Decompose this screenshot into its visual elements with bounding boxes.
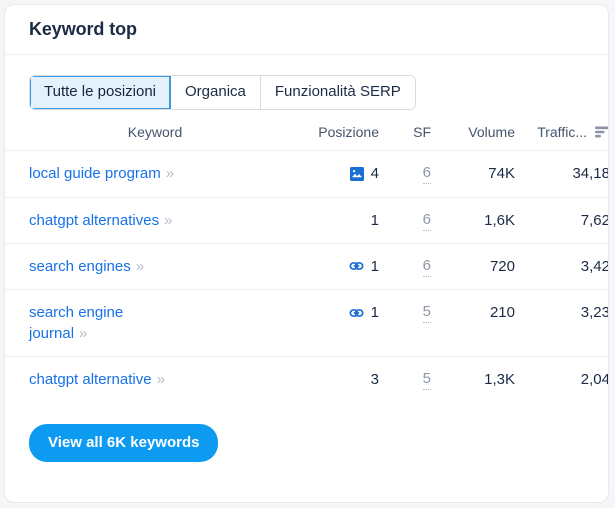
column-header-position[interactable]: Posizione bbox=[281, 124, 379, 151]
table-row: chatgpt alternatives » 1 6 1,6K 7,62 bbox=[5, 197, 609, 243]
cell-position: 1 bbox=[281, 243, 379, 290]
cell-keyword: local guide program » bbox=[5, 151, 281, 198]
position-value: 4 bbox=[371, 163, 379, 184]
double-chevron-right-icon[interactable]: » bbox=[164, 212, 171, 229]
sf-value[interactable]: 6 bbox=[423, 163, 431, 184]
position-value: 3 bbox=[371, 369, 379, 390]
cell-sf: 5 bbox=[379, 290, 431, 357]
keyword-link[interactable]: chatgpt alternative bbox=[29, 371, 152, 388]
sf-value[interactable]: 5 bbox=[423, 369, 431, 390]
cell-traffic: 2,04 bbox=[515, 357, 609, 403]
tab-group: Tutte le posizioni Organica Funzionalità… bbox=[29, 75, 416, 110]
position-value: 1 bbox=[371, 256, 379, 277]
table-row: chatgpt alternative » 3 5 1,3K 2,04 bbox=[5, 357, 609, 403]
table-row: search engine journal» 1 bbox=[5, 290, 609, 357]
keyword-link[interactable]: search engine journal bbox=[29, 304, 123, 342]
cell-keyword: chatgpt alternative » bbox=[5, 357, 281, 403]
sitelinks-icon[interactable] bbox=[349, 306, 364, 320]
cell-traffic: 34,18 bbox=[515, 151, 609, 198]
cell-volume: 74K bbox=[431, 151, 515, 198]
cell-sf: 6 bbox=[379, 243, 431, 290]
keyword-link[interactable]: local guide program bbox=[29, 165, 161, 182]
tab-organica[interactable]: Organica bbox=[171, 76, 261, 109]
page-title: Keyword top bbox=[29, 19, 137, 40]
keyword-link[interactable]: chatgpt alternatives bbox=[29, 212, 159, 229]
keywords-table: Keyword Posizione SF Volume Traffic... bbox=[5, 124, 609, 402]
cell-keyword: search engine journal» bbox=[5, 290, 281, 357]
cell-traffic: 7,62 bbox=[515, 197, 609, 243]
sf-value[interactable]: 6 bbox=[423, 256, 431, 277]
cell-sf: 5 bbox=[379, 357, 431, 403]
images-icon[interactable] bbox=[350, 167, 364, 181]
cell-position: 4 bbox=[281, 151, 379, 198]
table-body: local guide program » 4 bbox=[5, 151, 609, 403]
keyword-top-card: Keyword top Tutte le posizioni Organica … bbox=[4, 4, 609, 503]
card-header: Keyword top bbox=[5, 5, 608, 55]
sort-descending-icon[interactable] bbox=[595, 126, 609, 138]
double-chevron-right-icon[interactable]: » bbox=[79, 325, 86, 342]
cell-position: 1 bbox=[281, 290, 379, 357]
sf-value[interactable]: 6 bbox=[423, 210, 431, 231]
cell-traffic: 3,23 bbox=[515, 290, 609, 357]
keyword-link[interactable]: search engines bbox=[29, 258, 131, 275]
column-header-volume[interactable]: Volume bbox=[431, 124, 515, 151]
tab-funzionalita-serp[interactable]: Funzionalità SERP bbox=[261, 76, 415, 109]
cell-keyword: search engines » bbox=[5, 243, 281, 290]
table-row: search engines » 1 bbox=[5, 243, 609, 290]
cell-traffic: 3,42 bbox=[515, 243, 609, 290]
cell-volume: 1,3K bbox=[431, 357, 515, 403]
cell-sf: 6 bbox=[379, 151, 431, 198]
cell-volume: 1,6K bbox=[431, 197, 515, 243]
cell-volume: 210 bbox=[431, 290, 515, 357]
table-row: local guide program » 4 bbox=[5, 151, 609, 198]
table-header-row: Keyword Posizione SF Volume Traffic... bbox=[5, 124, 609, 151]
cell-position: 1 bbox=[281, 197, 379, 243]
column-header-traffic[interactable]: Traffic... bbox=[515, 124, 609, 151]
cell-position: 3 bbox=[281, 357, 379, 403]
column-header-keyword[interactable]: Keyword bbox=[5, 124, 281, 151]
view-all-keywords-button[interactable]: View all 6K keywords bbox=[29, 424, 218, 462]
double-chevron-right-icon[interactable]: » bbox=[157, 371, 164, 388]
tabs-container: Tutte le posizioni Organica Funzionalità… bbox=[5, 55, 608, 124]
cell-volume: 720 bbox=[431, 243, 515, 290]
position-value: 1 bbox=[371, 210, 379, 231]
column-header-traffic-label: Traffic... bbox=[537, 124, 587, 140]
double-chevron-right-icon[interactable]: » bbox=[166, 165, 173, 182]
tab-tutte-le-posizioni[interactable]: Tutte le posizioni bbox=[30, 76, 171, 109]
sf-value[interactable]: 5 bbox=[423, 302, 431, 323]
sitelinks-icon[interactable] bbox=[349, 259, 364, 273]
position-value: 1 bbox=[371, 302, 379, 323]
cell-sf: 6 bbox=[379, 197, 431, 243]
card-footer: View all 6K keywords bbox=[5, 402, 608, 462]
column-header-sf[interactable]: SF bbox=[379, 124, 431, 151]
cell-keyword: chatgpt alternatives » bbox=[5, 197, 281, 243]
double-chevron-right-icon[interactable]: » bbox=[136, 258, 143, 275]
